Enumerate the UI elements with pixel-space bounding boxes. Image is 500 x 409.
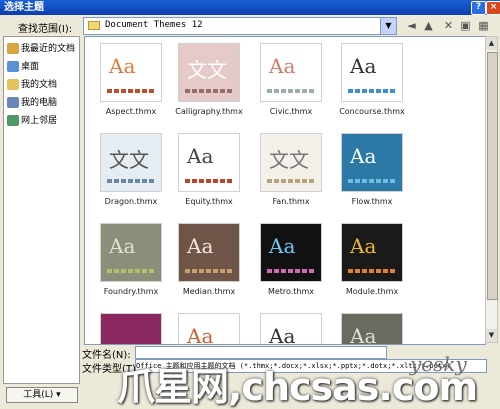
theme-preview-text: Aa — [350, 144, 377, 168]
new-folder-icon[interactable]: ▣ — [458, 18, 473, 33]
look-in-value: Document Themes 12 — [105, 20, 203, 30]
theme-thumbnail: 文文 — [260, 133, 322, 192]
theme-thumbnail — [100, 313, 162, 344]
close-button[interactable]: × — [486, 1, 500, 15]
place-label: 桌面 — [21, 62, 40, 72]
tools-button[interactable]: 工具(L) ▾ — [6, 387, 78, 403]
title-bar: 选择主题 ? × — [0, 0, 500, 15]
theme-preview-text: Aa — [269, 234, 296, 258]
theme-color-swatch — [348, 89, 396, 93]
delete-icon[interactable]: ✕ — [441, 18, 456, 33]
file-list: Aa Aspect.thmx 文文 Calligraphy.thmx Aa Civic.t… — [84, 36, 486, 345]
back-icon[interactable]: ◄ — [404, 18, 419, 33]
theme-color-swatch — [185, 179, 233, 183]
theme-label: Flow.thmx — [351, 197, 393, 206]
views-icon[interactable]: ▦ — [476, 18, 491, 33]
theme-thumbnail: 文文 — [100, 133, 162, 192]
look-in-dropdown[interactable]: Document Themes 12 ▼ — [83, 17, 397, 35]
desktop-icon — [7, 61, 19, 72]
theme-color-swatch — [185, 89, 233, 93]
place-network[interactable]: 网上邻居 — [7, 113, 57, 129]
documents-icon — [7, 79, 19, 90]
theme-preview-text: Aa — [109, 234, 136, 258]
place-recent[interactable]: 我最近的文档 — [7, 41, 75, 57]
theme-preview-text: 文文 — [109, 148, 149, 172]
theme-color-swatch — [267, 269, 315, 273]
theme-preview-text: Aa — [109, 54, 136, 78]
recent-icon — [7, 43, 19, 54]
theme-thumbnail: Aa — [178, 223, 240, 282]
theme-thumbnail: Aa — [178, 313, 240, 345]
place-computer[interactable]: 我的电脑 — [7, 95, 57, 111]
theme-label: Dragon.thmx — [104, 197, 158, 206]
theme-preview-text: Aa — [350, 324, 377, 345]
theme-preview-text: Aa — [187, 234, 214, 258]
theme-label: Metro.thmx — [267, 287, 315, 296]
theme-color-swatch — [107, 269, 155, 273]
theme-label: Median.thmx — [182, 287, 236, 296]
theme-thumbnail: 文文 — [178, 43, 240, 102]
filename-input[interactable] — [135, 346, 387, 359]
theme-thumbnail: Aa — [341, 223, 403, 282]
theme-label: Equity.thmx — [185, 197, 233, 206]
theme-thumbnail: Aa — [341, 313, 403, 345]
theme-label: Fan.thmx — [272, 197, 310, 206]
theme-color-swatch — [267, 179, 315, 183]
network-icon — [7, 115, 19, 126]
theme-color-swatch — [348, 269, 396, 273]
theme-thumbnail: Aa — [341, 43, 403, 102]
place-label: 网上邻居 — [21, 116, 58, 126]
theme-thumbnail: Aa — [260, 43, 322, 102]
theme-label: Concourse.thmx — [339, 107, 405, 116]
theme-preview-text: 文文 — [269, 148, 309, 172]
help-button[interactable]: ? — [471, 1, 486, 15]
theme-thumbnail: Aa — [100, 43, 162, 102]
computer-icon — [7, 97, 19, 108]
theme-color-swatch — [107, 179, 155, 183]
theme-color-swatch — [267, 89, 315, 93]
theme-preview-text: Aa — [269, 324, 296, 345]
theme-label: Foundry.thmx — [103, 287, 159, 296]
window-title: 选择主题 — [4, 2, 44, 13]
scroll-thumb[interactable] — [487, 52, 498, 300]
theme-preview-text: 文文 — [187, 58, 227, 82]
theme-thumbnail: Aa — [341, 133, 403, 192]
theme-color-swatch — [348, 179, 396, 183]
theme-item[interactable]: Aa Module.thmx — [336, 223, 436, 309]
place-label: 我的电脑 — [21, 98, 58, 108]
theme-label: Module.thmx — [345, 287, 399, 296]
vertical-scrollbar[interactable]: ▲ ▼ — [485, 36, 498, 343]
theme-item[interactable]: Aa — [336, 313, 436, 345]
theme-item[interactable]: Aa Concourse.thmx — [336, 43, 436, 129]
theme-label: Civic.thmx — [269, 107, 313, 116]
theme-color-swatch — [107, 89, 155, 93]
theme-thumbnail: Aa — [178, 133, 240, 192]
theme-thumbnail: Aa — [100, 223, 162, 282]
theme-preview-text: Aa — [350, 54, 377, 78]
chevron-down-icon[interactable]: ▼ — [380, 18, 396, 34]
theme-label: Aspect.thmx — [105, 107, 157, 116]
place-label: 我的文档 — [21, 80, 58, 90]
scroll-up-arrow[interactable]: ▲ — [486, 37, 497, 50]
theme-preview-text: Aa — [350, 234, 377, 258]
theme-preview-text: Aa — [187, 324, 214, 345]
theme-label: Calligraphy.thmx — [175, 107, 243, 116]
place-desktop[interactable]: 桌面 — [7, 59, 39, 75]
theme-item[interactable]: Aa Flow.thmx — [336, 133, 436, 219]
place-label: 我最近的文档 — [21, 44, 76, 54]
look-in-label: 查找范围(I): — [18, 24, 73, 35]
places-bar: 我最近的文档 桌面 我的文档 我的电脑 网上邻居 — [3, 36, 80, 384]
filename-label: 文件名(N): — [82, 350, 131, 361]
theme-thumbnail: Aa — [260, 223, 322, 282]
theme-preview-text: Aa — [269, 54, 296, 78]
yesky-logo: yesky — [410, 352, 467, 376]
place-documents[interactable]: 我的文档 — [7, 77, 57, 93]
scroll-down-arrow[interactable]: ▼ — [486, 329, 497, 342]
theme-thumbnail: Aa — [260, 313, 322, 345]
theme-preview-text: Aa — [187, 144, 214, 168]
folder-icon — [88, 21, 100, 30]
theme-color-swatch — [185, 269, 233, 273]
up-folder-icon[interactable]: ▲ — [421, 18, 436, 33]
